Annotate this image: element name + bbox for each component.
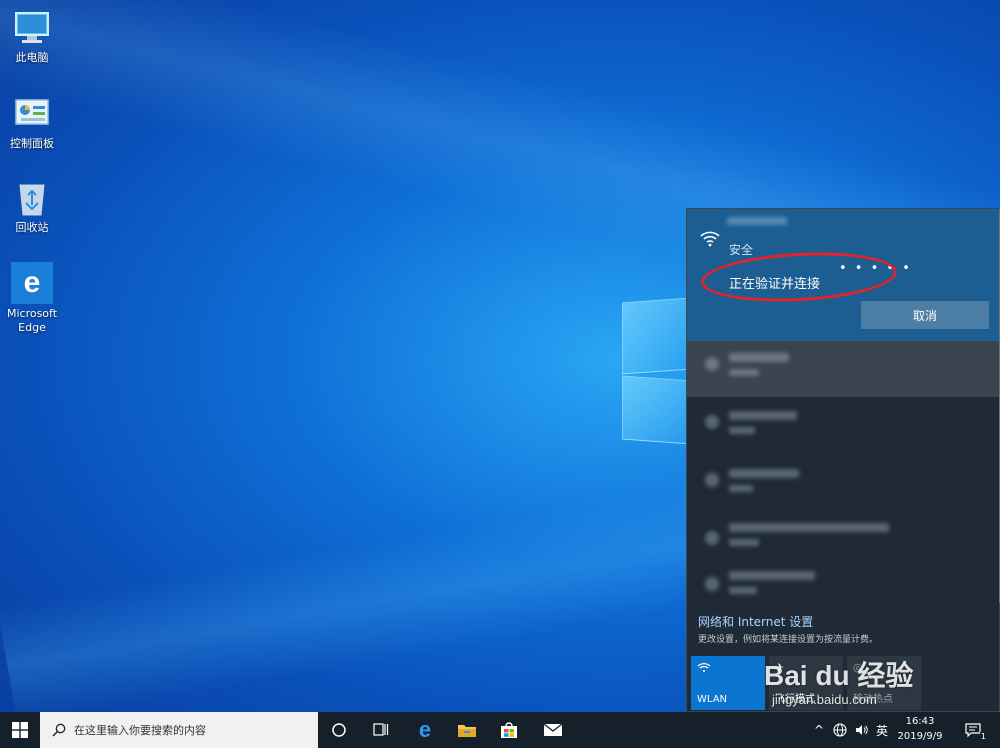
windows-logo-icon: [12, 722, 28, 738]
input-method-button[interactable]: 英: [872, 712, 892, 748]
task-view-button[interactable]: [360, 712, 402, 748]
clock-date: 2019/9/9: [897, 731, 943, 742]
cortana-icon: [332, 723, 346, 737]
desktop-icon-recycle-bin[interactable]: 回收站: [4, 178, 60, 235]
show-hidden-icons-button[interactable]: ^: [810, 712, 828, 748]
wallpaper-windows-logo: [622, 375, 692, 445]
clock-time: 16:43: [905, 716, 935, 727]
baidu-watermark: Bai du 经验 jingyan.baidu.com: [756, 636, 956, 712]
globe-icon: [833, 723, 847, 737]
store-icon: [501, 722, 517, 738]
wlan-toggle-tile[interactable]: WLAN: [691, 656, 765, 710]
desktop-icon-control-panel[interactable]: 控制面板: [4, 94, 60, 151]
taskbar-clock[interactable]: 16:43 2019/9/9: [896, 714, 944, 744]
ime-indicator: 英: [875, 723, 888, 738]
watermark-brand: Bai du 经验: [764, 660, 914, 691]
desktop-icon-label: 回收站: [15, 221, 49, 234]
network-security-label: 安全: [729, 243, 754, 257]
network-settings-link[interactable]: 网络和 Internet 设置: [698, 613, 813, 630]
desktop-icon-label: 此电脑: [15, 51, 49, 64]
desktop-icon-label: Microsoft Edge: [6, 307, 58, 334]
network-list-item[interactable]: [687, 457, 999, 513]
network-name-blurred: [727, 217, 787, 225]
wifi-signal-icon: [699, 229, 721, 251]
control-panel-icon: [12, 94, 52, 134]
taskbar-edge-button[interactable]: e: [404, 712, 446, 748]
tile-label: WLAN: [697, 694, 728, 705]
desktop-icon-this-pc[interactable]: 此电脑: [4, 8, 60, 65]
file-explorer-button[interactable]: [446, 712, 488, 748]
volume-button[interactable]: [852, 712, 872, 748]
edge-icon: e: [418, 717, 432, 742]
network-tray-button[interactable]: [830, 712, 850, 748]
network-list-item[interactable]: [687, 341, 999, 397]
desktop-icon-edge[interactable]: e Microsoft Edge: [4, 262, 60, 335]
edge-icon: e: [11, 262, 53, 304]
wallpaper-windows-logo: [622, 297, 692, 375]
desktop-icon-label: 控制面板: [10, 137, 54, 150]
store-button[interactable]: [488, 712, 530, 748]
mail-button[interactable]: [532, 712, 574, 748]
recycle-bin-icon: [12, 178, 52, 218]
connecting-network-panel[interactable]: 安全 • • • • • 正在验证并连接 取消: [687, 209, 999, 341]
search-icon: [52, 723, 66, 737]
taskbar: 在这里输入你要搜索的内容 e ^ 英 16:43 2019/9/9 1: [0, 712, 1000, 748]
network-list-item[interactable]: [687, 561, 999, 617]
speaker-icon: [856, 725, 868, 735]
mail-icon: [543, 723, 563, 736]
search-placeholder: 在这里输入你要搜索的内容: [74, 724, 206, 737]
chevron-up-icon: ^: [813, 723, 825, 737]
watermark-site: jingyan.baidu.com: [772, 692, 877, 707]
cancel-button[interactable]: 取消: [861, 301, 989, 329]
notification-count-badge: 1: [979, 732, 987, 741]
taskbar-search-box[interactable]: 在这里输入你要搜索的内容: [40, 712, 318, 748]
notification-icon: 1: [965, 723, 987, 741]
action-center-button[interactable]: 1: [958, 712, 988, 748]
task-view-icon: [373, 723, 389, 736]
cortana-button[interactable]: [318, 712, 360, 748]
start-button[interactable]: [0, 712, 40, 748]
wifi-icon: [697, 661, 759, 676]
this-pc-icon: [12, 8, 52, 48]
file-explorer-icon: [458, 725, 476, 737]
network-list-item[interactable]: [687, 399, 999, 455]
